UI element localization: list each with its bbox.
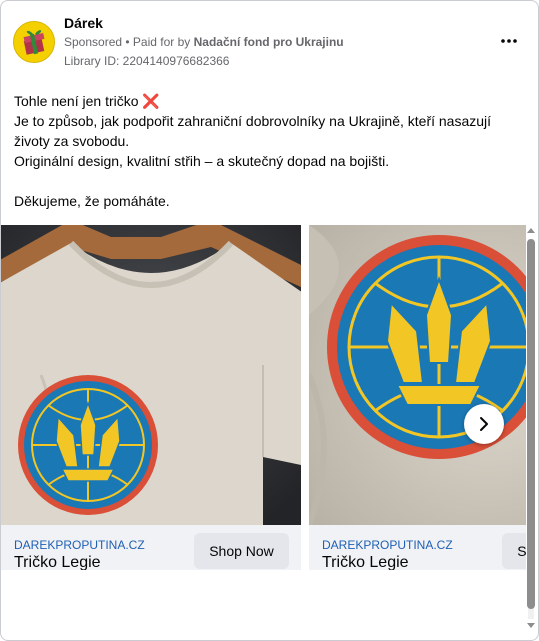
card-title[interactable]: Tričko Legie xyxy=(14,554,101,570)
scroll-down-arrow-icon[interactable] xyxy=(527,623,535,628)
shop-now-button[interactable]: Shop Now xyxy=(502,533,526,569)
carousel-card[interactable]: DAREKPROPUTINA.CZ Tričko Legie Shop Now xyxy=(309,225,526,570)
tshirt-closeup-photo xyxy=(309,225,526,525)
library-id: Library ID: 2204140976682366 xyxy=(64,54,230,68)
card-title[interactable]: Tričko Legie xyxy=(322,554,409,570)
tshirt-hanger-photo xyxy=(1,225,301,525)
more-options-button[interactable] xyxy=(495,29,523,53)
body-line: Je to způsob, jak podpořit zahraniční do… xyxy=(14,113,492,149)
card-domain[interactable]: DAREKPROPUTINA.CZ xyxy=(14,538,145,552)
chevron-right-icon xyxy=(480,417,488,431)
sponsored-meta: Sponsored • Paid for by Nadační fond pro… xyxy=(64,35,344,49)
carousel: DAREKPROPUTINA.CZ Tričko Legie Shop Now xyxy=(1,225,526,570)
product-image[interactable] xyxy=(309,225,526,525)
gift-box-icon xyxy=(14,22,54,62)
shop-now-button[interactable]: Shop Now xyxy=(194,533,289,569)
page-avatar[interactable] xyxy=(13,21,55,63)
carousel-card[interactable]: DAREKPROPUTINA.CZ Tričko Legie Shop Now xyxy=(1,225,301,570)
scrollbar[interactable] xyxy=(526,225,536,633)
body-line: Děkujeme, že pomáháte. xyxy=(14,193,170,209)
scrollbar-thumb[interactable] xyxy=(527,239,535,609)
ad-card: Dárek Sponsored • Paid for by Nadační fo… xyxy=(0,0,539,641)
card-footer: DAREKPROPUTINA.CZ Tričko Legie Shop Now xyxy=(309,525,526,570)
paid-for-org[interactable]: Nadační fond pro Ukrajinu xyxy=(194,35,344,49)
body-line: Tohle není jen tričko ❌ xyxy=(14,93,160,109)
card-domain[interactable]: DAREKPROPUTINA.CZ xyxy=(322,538,453,552)
card-footer: DAREKPROPUTINA.CZ Tričko Legie Shop Now xyxy=(1,525,301,570)
more-horizontal-icon xyxy=(501,39,517,43)
sponsored-label: Sponsored xyxy=(64,35,123,49)
product-image[interactable] xyxy=(1,225,301,525)
body-line-empty xyxy=(14,171,526,191)
page-name[interactable]: Dárek xyxy=(64,15,103,31)
scroll-up-arrow-icon[interactable] xyxy=(527,228,535,233)
paid-for-prefix: • Paid for by xyxy=(122,35,194,49)
body-line: Originální design, kvalitní střih – a sk… xyxy=(14,153,390,169)
carousel-next-button[interactable] xyxy=(464,404,504,444)
post-body: Tohle není jen tričko ❌ Je to způsob, ja… xyxy=(14,91,526,211)
